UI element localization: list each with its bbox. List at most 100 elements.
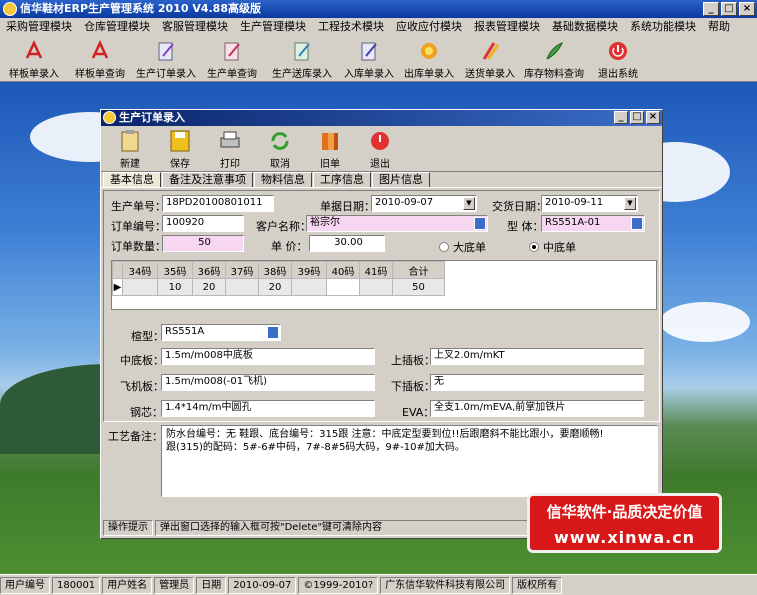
floppy-disk-icon [167, 129, 193, 153]
dropdown-arrow-icon[interactable]: ▼ [624, 197, 636, 210]
row-indicator-icon: ▶ [112, 278, 123, 296]
grid-header: 39码 [291, 261, 327, 279]
process-remark-line: 跟(315)的配码：5#-6#中码，7#-8#5码大码，9#-10#加大码。 [166, 442, 465, 453]
pdf-document-icon [87, 39, 113, 63]
menu-purchase[interactable]: 采购管理模块 [0, 18, 78, 36]
table-row[interactable]: ▶ 10 20 20 50 [112, 278, 445, 296]
tab-process[interactable]: 工序信息 [313, 172, 371, 187]
menu-basedata[interactable]: 基础数据模块 [546, 18, 624, 36]
model-field[interactable]: RS551A-01 [541, 215, 645, 232]
app-title: 信华鞋材ERP生产管理系统 2010 V4.88高级版 [20, 2, 261, 15]
picker-icon[interactable] [474, 217, 486, 230]
mid-board-field[interactable]: 1.5m/m008中底板 [161, 348, 375, 365]
app-title-bar: 信华鞋材ERP生产管理系统 2010 V4.88高级版 _ □ × [0, 0, 757, 18]
customer-field[interactable]: 裕宗尔 [306, 215, 488, 232]
picker-icon[interactable] [267, 326, 279, 339]
process-remark-textarea[interactable]: 防水台编号：无 鞋跟、底台编号：315跟 注意：中底定型要到位!!后跟磨斜不能比… [161, 425, 658, 497]
maximize-button[interactable]: □ [721, 2, 737, 16]
grid-cell[interactable] [225, 278, 259, 296]
toolbar-outbound-entry-button[interactable]: 出库单录入 [398, 36, 460, 81]
menu-warehouse[interactable]: 仓库管理模块 [78, 18, 156, 36]
flower-icon [416, 39, 442, 63]
qty-field[interactable]: 50 [162, 235, 244, 252]
print-button[interactable]: 打印 [205, 126, 255, 171]
user-id-value: 180001 [52, 576, 101, 594]
toolbar-stock-query-button[interactable]: 库存物料查询 [520, 36, 588, 81]
doc-date-value: 2010-09-07 [375, 197, 434, 208]
old-order-button[interactable]: 旧单 [305, 126, 355, 171]
menu-reports[interactable]: 报表管理模块 [468, 18, 546, 36]
child-close-button[interactable]: × [646, 111, 660, 124]
tab-images[interactable]: 图片信息 [372, 172, 430, 187]
menu-engineering[interactable]: 工程技术模块 [312, 18, 390, 36]
production-order-window: 生产订单录入 _ □ × 新建 保存 打印 取消 旧单 退出 基本信息 备注及注… [100, 109, 663, 539]
cancel-button[interactable]: 取消 [255, 126, 305, 171]
toolbar-label: 样板单查询 [75, 69, 125, 80]
grid-cell[interactable]: 20 [192, 278, 226, 296]
doc-date-field[interactable]: 2010-09-07 ▼ [371, 195, 477, 212]
upper-insert-field[interactable]: 上叉2.0m/mKT [430, 348, 644, 365]
toolbar-label: 出库单录入 [404, 69, 454, 80]
close-button[interactable]: × [739, 2, 755, 16]
power-icon [367, 129, 393, 153]
toolbar-sample-entry-button[interactable]: 样板单录入 [0, 36, 68, 81]
tab-remarks[interactable]: 备注及注意事项 [162, 172, 253, 187]
steel-core-label: 钢芯： [130, 406, 163, 419]
grid-cell[interactable]: 10 [157, 278, 193, 296]
clipboard-icon [117, 129, 143, 153]
new-button[interactable]: 新建 [105, 126, 155, 171]
radio-mid-sole[interactable]: 中底单 [529, 239, 576, 255]
lower-insert-field[interactable]: 无 [430, 374, 644, 391]
customer-value: 裕宗尔 [310, 217, 340, 228]
toolbar-exit-button[interactable]: 退出系统 [588, 36, 648, 81]
grid-cell[interactable] [122, 278, 158, 296]
grid-cell[interactable]: 50 [392, 278, 445, 296]
menu-accounts[interactable]: 应收应付模块 [390, 18, 468, 36]
menu-customer[interactable]: 客服管理模块 [156, 18, 234, 36]
power-icon [605, 39, 631, 63]
exit-button[interactable]: 退出 [355, 126, 405, 171]
toolbar-label: 入库单录入 [344, 69, 394, 80]
grid-header: 合计 [392, 261, 445, 279]
toolbar-delivery-entry-button[interactable]: 送货单录入 [460, 36, 520, 81]
picker-icon[interactable] [631, 217, 643, 230]
toolbar-label: 生产订单录入 [136, 69, 196, 80]
menu-help[interactable]: 帮助 [702, 18, 736, 36]
toolbar-order-query-button[interactable]: 生产单查询 [200, 36, 264, 81]
order-no-field[interactable]: 100920 [162, 215, 244, 232]
child-minimize-button[interactable]: _ [614, 111, 628, 124]
size-grid[interactable]: 34码 35码 36码 37码 38码 39码 40码 41码 合计 ▶ 10 … [111, 260, 657, 310]
tab-basic-info[interactable]: 基本信息 [103, 172, 161, 187]
process-remark-label: 工艺备注： [108, 430, 163, 443]
last-field[interactable]: RS551A [161, 324, 281, 341]
toolbar-order-entry-button[interactable]: 生产订单录入 [132, 36, 200, 81]
order-no-label: 订单编号： [111, 220, 166, 233]
price-field[interactable]: 30.00 [309, 235, 385, 252]
grid-cell[interactable] [291, 278, 327, 296]
grid-cell[interactable]: 20 [258, 278, 292, 296]
grid-cell[interactable] [359, 278, 393, 296]
menu-system[interactable]: 系统功能模块 [624, 18, 702, 36]
radio-large-sole[interactable]: 大底单 [439, 239, 486, 255]
tab-materials[interactable]: 物料信息 [254, 172, 312, 187]
steel-core-field[interactable]: 1.4*14m/m中圆孔 [161, 400, 375, 417]
fly-board-field[interactable]: 1.5m/m008(-01飞机) [161, 374, 375, 391]
toolbar-inbound-entry-button[interactable]: 入库单录入 [340, 36, 398, 81]
prod-no-field[interactable]: 18PD20100801011 [162, 195, 274, 212]
grid-cell[interactable] [326, 278, 360, 296]
rights-text: 版权所有 [512, 576, 563, 594]
user-id-label: 用户编号 [0, 576, 50, 594]
delivery-date-field[interactable]: 2010-09-11 ▼ [541, 195, 638, 212]
delivery-date-label: 交货日期： [492, 200, 547, 213]
toolbar-label: 库存物料查询 [524, 69, 584, 80]
child-maximize-button[interactable]: □ [630, 111, 644, 124]
print-label: 打印 [220, 159, 240, 170]
toolbar-storage-entry-button[interactable]: 生产送库录入 [264, 36, 340, 81]
toolbar-sample-query-button[interactable]: 样板单查询 [68, 36, 132, 81]
menu-production[interactable]: 生产管理模块 [234, 18, 312, 36]
lower-insert-label: 下插板： [391, 380, 435, 393]
save-button[interactable]: 保存 [155, 126, 205, 171]
dropdown-arrow-icon[interactable]: ▼ [463, 197, 475, 210]
minimize-button[interactable]: _ [703, 2, 719, 16]
eva-field[interactable]: 全支1.0m/mEVA,前掌加铁片 [430, 400, 644, 417]
